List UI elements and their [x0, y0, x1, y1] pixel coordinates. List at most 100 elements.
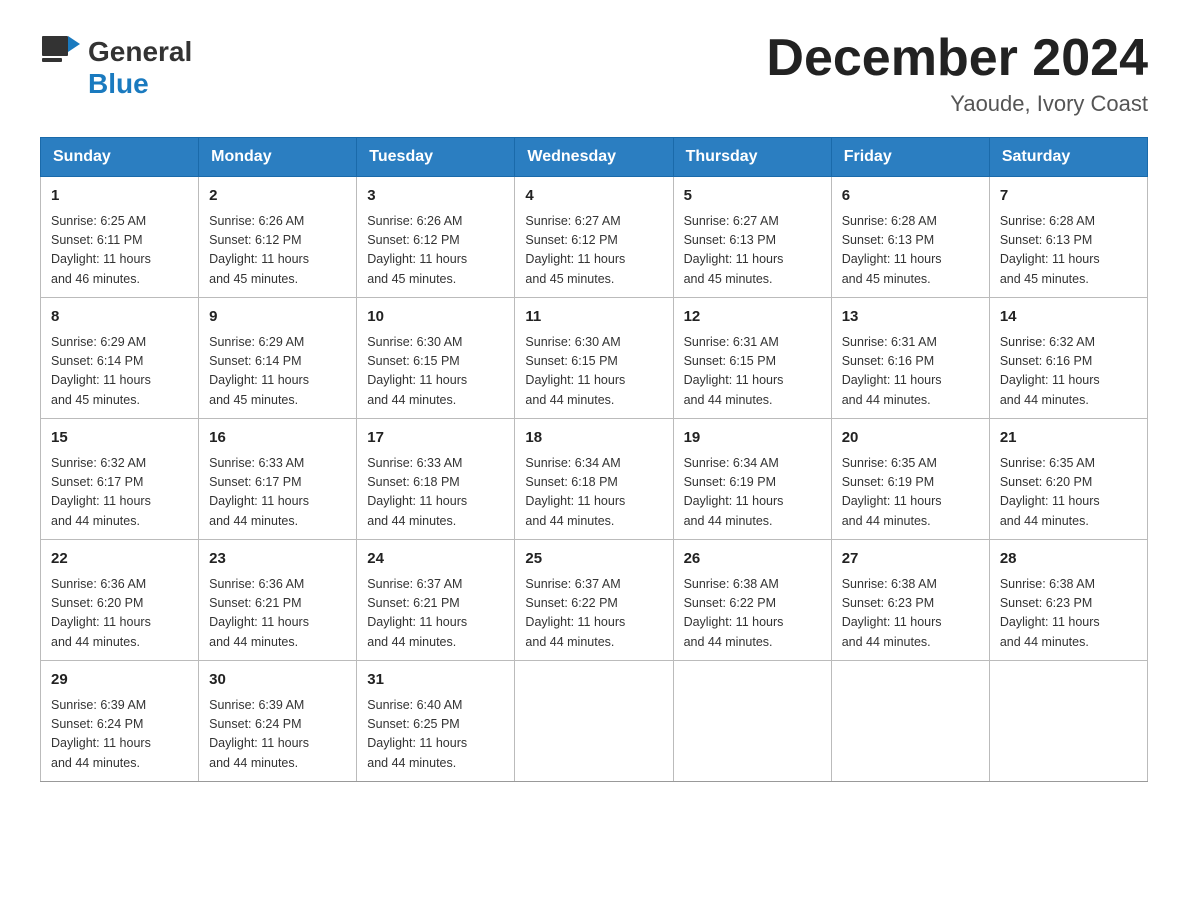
- day-info: Sunrise: 6:38 AMSunset: 6:23 PMDaylight:…: [842, 575, 979, 653]
- calendar-cell: 22 Sunrise: 6:36 AMSunset: 6:20 PMDayligh…: [41, 540, 199, 661]
- day-info: Sunrise: 6:38 AMSunset: 6:23 PMDaylight:…: [1000, 575, 1137, 653]
- calendar-cell: 10Sunrise: 6:30 AMSunset: 6:15 PMDayligh…: [357, 298, 515, 419]
- calendar-table: SundayMondayTuesdayWednesdayThursdayFrid…: [40, 137, 1148, 782]
- day-number: 19: [684, 427, 821, 450]
- location: Yaoude, Ivory Coast: [766, 91, 1148, 117]
- logo-blue-text: Blue: [88, 68, 149, 100]
- calendar-cell: 11 Sunrise: 6:30 AMSunset: 6:15 PMDayligh…: [515, 298, 673, 419]
- page-header: General Blue December 2024 Yaoude, Ivory…: [40, 30, 1148, 117]
- calendar-cell: 1Sunrise: 6:25 AMSunset: 6:11 PMDaylight…: [41, 177, 199, 298]
- calendar-cell: 24 Sunrise: 6:37 AMSunset: 6:21 PMDayligh…: [357, 540, 515, 661]
- day-number: 17: [367, 427, 504, 450]
- day-number: 7: [1000, 185, 1137, 208]
- calendar-cell: 20 Sunrise: 6:35 AMSunset: 6:19 PMDayligh…: [831, 419, 989, 540]
- day-info: Sunrise: 6:33 AMSunset: 6:17 PMDaylight:…: [209, 454, 346, 532]
- calendar-header-sunday: Sunday: [41, 138, 199, 177]
- calendar-week-row: 1Sunrise: 6:25 AMSunset: 6:11 PMDaylight…: [41, 177, 1148, 298]
- calendar-cell: 27 Sunrise: 6:38 AMSunset: 6:23 PMDayligh…: [831, 540, 989, 661]
- calendar-cell: 28 Sunrise: 6:38 AMSunset: 6:23 PMDayligh…: [989, 540, 1147, 661]
- day-info: Sunrise: 6:31 AMSunset: 6:15 PMDaylight:…: [684, 333, 821, 411]
- logo-general-text: General: [88, 36, 192, 68]
- day-number: 18: [525, 427, 662, 450]
- calendar-cell: 29 Sunrise: 6:39 AMSunset: 6:24 PMDayligh…: [41, 661, 199, 782]
- day-number: 9: [209, 306, 346, 329]
- calendar-cell: 9 Sunrise: 6:29 AMSunset: 6:14 PMDaylight…: [199, 298, 357, 419]
- calendar-cell: [989, 661, 1147, 782]
- calendar-cell: 16Sunrise: 6:33 AMSunset: 6:17 PMDayligh…: [199, 419, 357, 540]
- day-number: 4: [525, 185, 662, 208]
- day-number: 20: [842, 427, 979, 450]
- calendar-cell: 14 Sunrise: 6:32 AMSunset: 6:16 PMDayligh…: [989, 298, 1147, 419]
- logo: General Blue: [40, 30, 192, 100]
- month-title: December 2024: [766, 30, 1148, 87]
- day-number: 3: [367, 185, 504, 208]
- title-section: December 2024 Yaoude, Ivory Coast: [766, 30, 1148, 117]
- day-info: Sunrise: 6:31 AMSunset: 6:16 PMDaylight:…: [842, 333, 979, 411]
- day-info: Sunrise: 6:29 AMSunset: 6:14 PMDaylight:…: [51, 333, 188, 411]
- calendar-cell: 7 Sunrise: 6:28 AMSunset: 6:13 PMDaylight…: [989, 177, 1147, 298]
- day-info: Sunrise: 6:38 AMSunset: 6:22 PMDaylight:…: [684, 575, 821, 653]
- day-number: 15: [51, 427, 188, 450]
- day-number: 14: [1000, 306, 1137, 329]
- day-info: Sunrise: 6:26 AMSunset: 6:12 PMDaylight:…: [209, 212, 346, 290]
- day-number: 29: [51, 669, 188, 692]
- calendar-cell: 8Sunrise: 6:29 AMSunset: 6:14 PMDaylight…: [41, 298, 199, 419]
- calendar-header-saturday: Saturday: [989, 138, 1147, 177]
- day-number: 5: [684, 185, 821, 208]
- day-info: Sunrise: 6:33 AMSunset: 6:18 PMDaylight:…: [367, 454, 504, 532]
- calendar-cell: 25Sunrise: 6:37 AMSunset: 6:22 PMDayligh…: [515, 540, 673, 661]
- day-number: 28: [1000, 548, 1137, 571]
- calendar-header-monday: Monday: [199, 138, 357, 177]
- day-info: Sunrise: 6:29 AMSunset: 6:14 PMDaylight:…: [209, 333, 346, 411]
- calendar-cell: 5Sunrise: 6:27 AMSunset: 6:13 PMDaylight…: [673, 177, 831, 298]
- day-info: Sunrise: 6:37 AMSunset: 6:21 PMDaylight:…: [367, 575, 504, 653]
- day-number: 24: [367, 548, 504, 571]
- calendar-cell: 12Sunrise: 6:31 AMSunset: 6:15 PMDayligh…: [673, 298, 831, 419]
- day-info: Sunrise: 6:28 AMSunset: 6:13 PMDaylight:…: [842, 212, 979, 290]
- day-info: Sunrise: 6:35 AMSunset: 6:20 PMDaylight:…: [1000, 454, 1137, 532]
- day-info: Sunrise: 6:35 AMSunset: 6:19 PMDaylight:…: [842, 454, 979, 532]
- calendar-week-row: 22 Sunrise: 6:36 AMSunset: 6:20 PMDayligh…: [41, 540, 1148, 661]
- day-number: 13: [842, 306, 979, 329]
- day-number: 11: [525, 306, 662, 329]
- logo-icon: [40, 30, 84, 74]
- calendar-cell: [831, 661, 989, 782]
- day-info: Sunrise: 6:40 AMSunset: 6:25 PMDaylight:…: [367, 696, 504, 774]
- calendar-cell: 15 Sunrise: 6:32 AMSunset: 6:17 PMDayligh…: [41, 419, 199, 540]
- calendar-header-thursday: Thursday: [673, 138, 831, 177]
- day-number: 10: [367, 306, 504, 329]
- day-number: 26: [684, 548, 821, 571]
- day-number: 22: [51, 548, 188, 571]
- calendar-cell: 18 Sunrise: 6:34 AMSunset: 6:18 PMDayligh…: [515, 419, 673, 540]
- calendar-cell: 4 Sunrise: 6:27 AMSunset: 6:12 PMDaylight…: [515, 177, 673, 298]
- day-info: Sunrise: 6:36 AMSunset: 6:21 PMDaylight:…: [209, 575, 346, 653]
- calendar-header-friday: Friday: [831, 138, 989, 177]
- calendar-header-tuesday: Tuesday: [357, 138, 515, 177]
- day-number: 6: [842, 185, 979, 208]
- calendar-cell: 21Sunrise: 6:35 AMSunset: 6:20 PMDayligh…: [989, 419, 1147, 540]
- day-info: Sunrise: 6:27 AMSunset: 6:12 PMDaylight:…: [525, 212, 662, 290]
- calendar-header-row: SundayMondayTuesdayWednesdayThursdayFrid…: [41, 138, 1148, 177]
- day-info: Sunrise: 6:28 AMSunset: 6:13 PMDaylight:…: [1000, 212, 1137, 290]
- calendar-week-row: 29 Sunrise: 6:39 AMSunset: 6:24 PMDayligh…: [41, 661, 1148, 782]
- day-number: 2: [209, 185, 346, 208]
- day-number: 30: [209, 669, 346, 692]
- calendar-cell: [515, 661, 673, 782]
- calendar-cell: 26 Sunrise: 6:38 AMSunset: 6:22 PMDayligh…: [673, 540, 831, 661]
- day-info: Sunrise: 6:37 AMSunset: 6:22 PMDaylight:…: [525, 575, 662, 653]
- day-info: Sunrise: 6:39 AMSunset: 6:24 PMDaylight:…: [51, 696, 188, 774]
- day-info: Sunrise: 6:30 AMSunset: 6:15 PMDaylight:…: [525, 333, 662, 411]
- calendar-header-wednesday: Wednesday: [515, 138, 673, 177]
- day-number: 27: [842, 548, 979, 571]
- day-info: Sunrise: 6:32 AMSunset: 6:16 PMDaylight:…: [1000, 333, 1137, 411]
- day-number: 31: [367, 669, 504, 692]
- calendar-cell: 30Sunrise: 6:39 AMSunset: 6:24 PMDayligh…: [199, 661, 357, 782]
- calendar-cell: 3Sunrise: 6:26 AMSunset: 6:12 PMDaylight…: [357, 177, 515, 298]
- day-info: Sunrise: 6:34 AMSunset: 6:18 PMDaylight:…: [525, 454, 662, 532]
- calendar-cell: 19 Sunrise: 6:34 AMSunset: 6:19 PMDayligh…: [673, 419, 831, 540]
- day-info: Sunrise: 6:32 AMSunset: 6:17 PMDaylight:…: [51, 454, 188, 532]
- day-info: Sunrise: 6:36 AMSunset: 6:20 PMDaylight:…: [51, 575, 188, 653]
- day-info: Sunrise: 6:34 AMSunset: 6:19 PMDaylight:…: [684, 454, 821, 532]
- calendar-cell: 31 Sunrise: 6:40 AMSunset: 6:25 PMDayligh…: [357, 661, 515, 782]
- day-info: Sunrise: 6:25 AMSunset: 6:11 PMDaylight:…: [51, 212, 188, 290]
